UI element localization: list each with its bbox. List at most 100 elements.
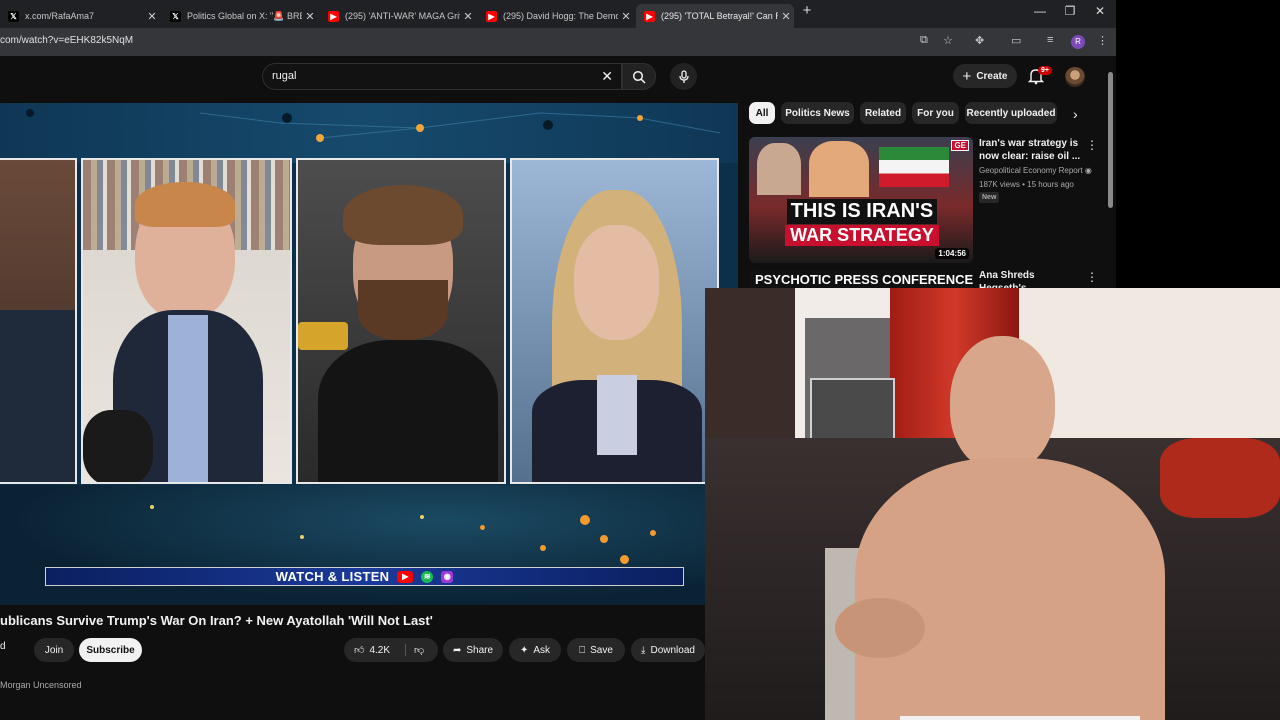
youtube-logo-icon: ▶ — [397, 570, 414, 583]
search-input[interactable]: rugal — [272, 70, 296, 82]
search-box[interactable]: rugal ✕ — [262, 63, 622, 90]
more-options-icon[interactable]: ⋮ — [1086, 270, 1098, 284]
video-title: ublicans Survive Trump's War On Iran? + … — [0, 613, 433, 628]
video-panel-1 — [0, 158, 77, 484]
chip-related[interactable]: Related — [860, 102, 906, 124]
download-label: Download — [650, 644, 695, 656]
share-button[interactable]: ➦ Share — [443, 638, 503, 662]
close-tab-icon[interactable]: ✕ — [618, 10, 634, 23]
download-icon: ⤓ — [641, 644, 646, 656]
voice-search-button[interactable] — [670, 63, 697, 90]
thumbnail-text-2: WAR STRATEGY — [785, 225, 939, 246]
scrollbar-thumb[interactable] — [1108, 72, 1113, 208]
youtube-logo-icon: ▶ — [486, 10, 497, 22]
save-button[interactable]: ⎕ Save — [567, 638, 625, 662]
extensions-icon[interactable]: ✥ — [975, 34, 984, 47]
youtube-logo-icon: ▶ — [644, 10, 655, 22]
ask-label: Ask — [533, 644, 551, 656]
world-map-graphic — [0, 485, 738, 605]
profile-avatar-icon[interactable]: R — [1071, 35, 1085, 49]
share-label: Share — [466, 644, 494, 656]
close-tab-icon[interactable]: ✕ — [460, 10, 476, 23]
subscribe-button[interactable]: Subscribe — [79, 638, 142, 662]
new-badge: New — [979, 192, 1000, 203]
watch-listen-label: WATCH & LISTEN — [275, 569, 390, 584]
chip-politics-news[interactable]: Politics News — [781, 102, 854, 124]
side-panel-icon[interactable]: ▭ — [1011, 34, 1021, 47]
video-duration: 1:04:56 — [935, 248, 969, 259]
video-panel-4 — [510, 158, 719, 484]
plus-icon: + — [962, 67, 972, 85]
install-app-icon[interactable]: ⧉ — [920, 34, 928, 47]
recommendation-title[interactable]: Iran's war strategy is now clear: raise … — [979, 137, 1083, 163]
save-label: Save — [590, 644, 613, 656]
minimize-icon[interactable]: — — [1025, 4, 1055, 18]
video-panel-2 — [81, 158, 292, 484]
url-text[interactable]: com/watch?v=eEHK82k5NqM — [0, 35, 133, 46]
clear-search-icon[interactable]: ✕ — [601, 68, 613, 85]
network-lines-graphic — [26, 109, 721, 142]
podcasts-logo-icon: ◉ — [441, 570, 454, 583]
tab-3[interactable]: ▶ (295) David Hogg: The Democr... ✕ — [478, 4, 634, 28]
recommendation-thumbnail[interactable]: GE THIS IS IRAN'S WAR STRATEGY 1:04:56 — [749, 137, 973, 263]
notification-count-badge: 9+ — [1038, 66, 1052, 75]
tab-4-active[interactable]: ▶ (295) 'TOTAL Betrayal!' Can Rep... ✕ — [636, 4, 794, 28]
new-tab-icon[interactable]: + — [792, 2, 822, 19]
microphone-icon — [678, 69, 689, 83]
description-channel-text[interactable]: Morgan Uncensored — [0, 680, 82, 690]
tab-title: (295) 'ANTI-WAR' MAGA Grifte... — [345, 11, 460, 21]
tab-1[interactable]: 𝕏 Politics Global on X: "🚨 BRE... ✕ — [162, 4, 318, 28]
close-window-icon[interactable]: ✕ — [1085, 4, 1115, 18]
join-button[interactable]: Join — [34, 638, 74, 662]
watch-listen-banner: WATCH & LISTEN ▶ ≋ ◉ — [45, 567, 684, 586]
browser-tab-bar: 𝕏 x.com/RafaAma7 ✕ 𝕏 Politics Global on … — [0, 0, 1116, 28]
search-icon — [632, 70, 646, 84]
chevron-right-icon[interactable]: › — [1073, 106, 1078, 122]
channel-logo-badge: GE — [951, 140, 969, 151]
subscribe-label: Subscribe — [86, 644, 135, 656]
tab-title: (295) David Hogg: The Democr... — [503, 11, 618, 21]
channel-name[interactable]: d — [0, 641, 6, 652]
recommendation-thumbnail-2[interactable]: PSYCHOTIC PRESS CONFERENCE — [749, 270, 973, 288]
tab-2[interactable]: ▶ (295) 'ANTI-WAR' MAGA Grifte... ✕ — [320, 4, 476, 28]
chip-recently-uploaded[interactable]: Recently uploaded — [965, 102, 1057, 124]
recommendation-channel[interactable]: Geopolitical Economy Report ◉ — [979, 166, 1092, 175]
thumbs-up-icon[interactable]: 👍︎ — [354, 644, 364, 656]
thumbnail-text: PSYCHOTIC PRESS CONFERENCE — [755, 272, 973, 287]
account-avatar[interactable] — [1065, 67, 1085, 87]
x-logo-icon: 𝕏 — [170, 10, 181, 22]
join-label: Join — [44, 644, 64, 656]
tab-title: (295) 'TOTAL Betrayal!' Can Rep... — [661, 11, 778, 21]
create-label: Create — [976, 70, 1008, 82]
webcam-overlay — [705, 288, 1280, 720]
restore-icon[interactable]: ❐ — [1055, 4, 1085, 18]
thumbs-down-icon[interactable]: 👎︎ — [405, 644, 424, 656]
like-count[interactable]: 4.2K — [369, 645, 390, 656]
sparkle-icon: ✦ — [519, 644, 529, 656]
close-tab-icon[interactable]: ✕ — [144, 10, 160, 23]
bookmark-star-icon[interactable]: ☆ — [943, 34, 953, 47]
spotify-logo-icon: ≋ — [421, 570, 434, 583]
like-dislike-group: 👍︎ 4.2K 👎︎ — [344, 638, 438, 662]
address-bar-row: com/watch?v=eEHK82k5NqM ⧉ ☆ ✥ ▭ ≡ R ⋮ — [0, 28, 1116, 56]
search-button[interactable] — [622, 63, 656, 90]
video-player[interactable] — [0, 103, 738, 605]
video-panel-3 — [296, 158, 506, 484]
create-button[interactable]: + Create — [953, 64, 1017, 88]
recommendation-title-2[interactable]: Ana Shreds Hegseth's PSYCHOTIC Iran War.… — [979, 269, 1083, 288]
x-logo-icon: 𝕏 — [8, 10, 19, 22]
ask-button[interactable]: ✦ Ask — [509, 638, 561, 662]
media-controls-icon[interactable]: ≡ — [1047, 34, 1053, 46]
more-options-icon[interactable]: ⋮ — [1086, 138, 1098, 152]
browser-menu-icon[interactable]: ⋮ — [1097, 34, 1108, 47]
recommendation-meta: 187K views • 15 hours ago — [979, 180, 1074, 189]
close-tab-icon[interactable]: ✕ — [302, 10, 318, 23]
tab-0[interactable]: 𝕏 x.com/RafaAma7 ✕ — [0, 4, 160, 28]
download-button[interactable]: ⤓ Download — [631, 638, 705, 662]
tab-title: Politics Global on X: "🚨 BRE... — [187, 10, 302, 21]
share-icon: ➦ — [452, 644, 462, 656]
chip-for-you[interactable]: For you — [912, 102, 959, 124]
thumbnail-text-1: THIS IS IRAN'S — [786, 199, 938, 224]
bookmark-icon: ⎕ — [579, 644, 586, 656]
chip-all[interactable]: All — [749, 102, 775, 124]
